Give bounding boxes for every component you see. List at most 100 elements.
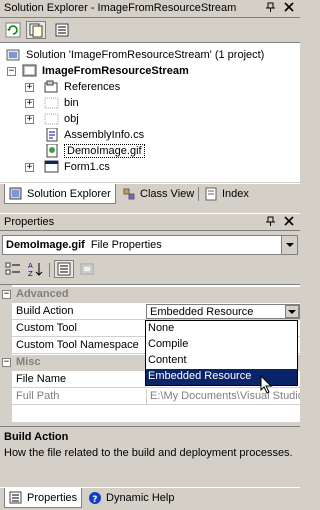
class-view-icon <box>122 187 136 201</box>
tab-class-view[interactable]: Class View <box>118 184 198 204</box>
tree-item-obj[interactable]: obj <box>44 111 79 127</box>
index-icon <box>204 187 218 201</box>
properties-toolbar: A Z <box>0 258 300 282</box>
properties-title: Properties <box>4 216 55 228</box>
toolbar-separator <box>49 263 50 277</box>
properties-tabs: Properties ? Dynamic Help <box>0 487 300 509</box>
property-name: Custom Tool Namespace <box>16 339 139 351</box>
description-text: How the file related to the build and de… <box>4 447 293 459</box>
obj-expand-icon[interactable]: + <box>25 115 34 124</box>
property-pages-button[interactable] <box>77 260 97 278</box>
solution-icon <box>6 48 22 62</box>
form-file-icon <box>44 160 60 174</box>
tree-item-bin[interactable]: bin <box>44 95 79 111</box>
properties-toolbar-button[interactable] <box>52 21 72 39</box>
dropdown-option-compile[interactable]: Compile <box>146 337 297 353</box>
close-icon[interactable] <box>282 216 295 229</box>
bin-expand-icon[interactable]: + <box>25 99 34 108</box>
object-selector[interactable]: DemoImage.gif File Properties <box>2 235 298 255</box>
object-selector-dropdown-button[interactable] <box>281 236 297 254</box>
alphabetical-button[interactable]: A Z <box>25 260 45 278</box>
tab-label: Index <box>222 188 249 200</box>
svg-text:Z: Z <box>28 270 33 277</box>
description-title: Build Action <box>4 431 69 443</box>
tree-item-demoimage[interactable]: DemoImage.gif <box>44 143 145 159</box>
project-label: ImageFromResourceStream <box>42 65 189 77</box>
grid-margin <box>0 285 12 423</box>
svg-text:?: ? <box>92 495 97 505</box>
form1-expand-icon[interactable]: + <box>25 163 34 172</box>
property-pages-icon <box>80 263 94 275</box>
tab-solution-explorer[interactable]: Solution Explorer <box>4 184 116 204</box>
close-icon[interactable] <box>282 2 295 15</box>
tab-properties[interactable]: Properties <box>4 488 83 508</box>
tree-item-label: Form1.cs <box>64 161 110 173</box>
tab-label: Class View <box>140 188 195 200</box>
mouse-cursor-icon <box>260 374 274 395</box>
full-path-value: E:\My Documents\Visual Studio <box>146 389 300 404</box>
show-all-files-button[interactable] <box>26 21 46 39</box>
dropdown-option-embedded-resource[interactable]: Embedded Resource <box>146 369 297 385</box>
categorized-button[interactable] <box>3 260 23 278</box>
solution-explorer-tab-icon <box>9 187 23 201</box>
chevron-down-icon <box>288 309 296 314</box>
solution-explorer-titlebar: Solution Explorer - ImageFromResourceStr… <box>0 0 300 18</box>
tree-item-label: bin <box>64 97 79 109</box>
tree-project-node[interactable]: ImageFromResourceStream <box>22 63 189 79</box>
tree-solution-node[interactable]: Solution 'ImageFromResourceStream' (1 pr… <box>6 47 264 63</box>
build-action-value-text: Embedded Resource <box>150 306 254 318</box>
pin-icon[interactable] <box>264 216 277 229</box>
csharp-project-icon <box>22 64 38 78</box>
tree-item-form1[interactable]: Form1.cs <box>44 159 110 175</box>
tab-label: Properties <box>27 491 78 504</box>
sort-alphabetical-icon: A Z <box>28 262 43 277</box>
svg-text:A: A <box>28 262 33 270</box>
tab-label: Solution Explorer <box>27 187 111 200</box>
tab-separator <box>198 187 199 201</box>
build-action-value[interactable]: Embedded Resource <box>146 304 300 319</box>
image-file-icon <box>44 143 60 158</box>
folder-icon <box>44 112 60 126</box>
categorized-icon <box>5 262 20 275</box>
dropdown-option-content[interactable]: Content <box>146 353 297 369</box>
category-collapse-icon[interactable]: − <box>2 290 11 299</box>
properties-view-button[interactable] <box>54 260 74 278</box>
property-name: File Name <box>16 373 67 385</box>
solution-tree: Solution 'ImageFromResourceStream' (1 pr… <box>0 42 300 182</box>
refresh-button[interactable] <box>3 21 23 39</box>
category-advanced[interactable]: − Advanced <box>0 287 300 303</box>
tab-dynamic-help[interactable]: ? Dynamic Help <box>84 488 178 508</box>
solution-explorer-tabs: Solution Explorer Class View Index <box>0 183 300 205</box>
pin-icon[interactable] <box>264 2 277 15</box>
cs-file-icon <box>44 127 60 142</box>
solution-label: Solution 'ImageFromResourceStream' (1 pr… <box>26 49 265 61</box>
category-label: Misc <box>16 356 41 368</box>
property-row-build-action[interactable]: Build Action Embedded Resource <box>12 304 300 320</box>
help-icon: ? <box>88 491 102 505</box>
project-collapse-icon[interactable]: − <box>7 67 16 76</box>
tree-item-assemblyinfo[interactable]: AssemblyInfo.cs <box>44 127 144 143</box>
properties-page-icon <box>55 23 69 37</box>
refresh-icon <box>5 22 21 38</box>
dropdown-option-none[interactable]: None <box>146 321 297 337</box>
property-name: Full Path <box>16 390 60 402</box>
show-all-files-icon <box>29 23 43 38</box>
tab-index[interactable]: Index <box>200 184 253 204</box>
build-action-dropdown-list: None Compile Content Embedded Resource <box>145 320 298 386</box>
references-expand-icon[interactable]: + <box>25 83 34 92</box>
references-icon <box>44 80 60 94</box>
tree-item-references[interactable]: References <box>44 79 120 95</box>
properties-tab-icon <box>9 491 23 505</box>
category-collapse-icon[interactable]: − <box>2 358 11 367</box>
category-label: Advanced <box>16 288 69 300</box>
solution-explorer-title: Solution Explorer - ImageFromResourceStr… <box>4 2 237 14</box>
property-name: Custom Tool <box>16 322 77 334</box>
tab-label: Dynamic Help <box>106 492 175 504</box>
object-name: DemoImage.gif <box>6 239 85 251</box>
property-name: Build Action <box>16 305 74 317</box>
properties-list-icon <box>57 262 71 276</box>
tree-item-label-selected: DemoImage.gif <box>64 144 145 158</box>
property-row-full-path[interactable]: Full Path E:\My Documents\Visual Studio <box>12 389 300 405</box>
solution-explorer-toolbar <box>0 19 300 41</box>
build-action-dropdown-button[interactable] <box>285 305 299 318</box>
